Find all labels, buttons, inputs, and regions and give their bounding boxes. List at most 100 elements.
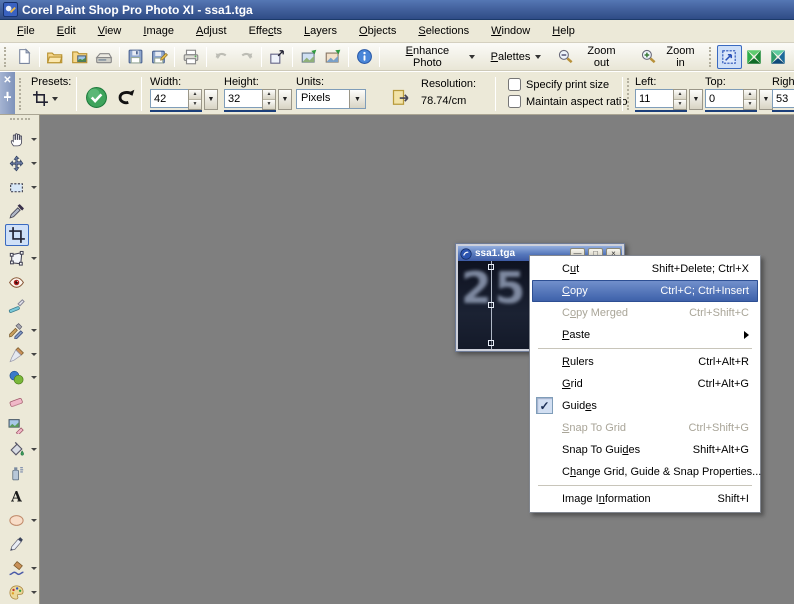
top-down-button[interactable]: ▼: [744, 100, 756, 110]
pin-options-button[interactable]: [1, 91, 14, 104]
menu-layers[interactable]: Layers: [293, 21, 348, 41]
crop-handle-top[interactable]: [488, 264, 494, 270]
eraser-tool-button[interactable]: [5, 391, 29, 413]
background-eraser-tool-button[interactable]: [5, 414, 29, 436]
open-button[interactable]: [43, 45, 67, 69]
zoom-in-button[interactable]: Zoom in: [632, 45, 708, 69]
width-input[interactable]: [150, 89, 188, 108]
chevron-down-icon[interactable]: [31, 591, 37, 594]
menu-window[interactable]: Window: [480, 21, 541, 41]
mesh-warp-tool-button[interactable]: [5, 581, 29, 603]
menu-image[interactable]: Image: [132, 21, 185, 41]
context-menu-item-copy[interactable]: CopyCtrl+C; Ctrl+Insert: [532, 280, 758, 302]
maintain-aspect-ratio-checkbox[interactable]: [508, 95, 521, 108]
menu-selections[interactable]: Selections: [407, 21, 480, 41]
undo-button[interactable]: [210, 45, 234, 69]
height-input[interactable]: [224, 89, 262, 108]
height-down-button[interactable]: ▼: [263, 100, 275, 110]
scan-button[interactable]: [92, 45, 116, 69]
reset-button[interactable]: [112, 86, 138, 112]
text-tool-button[interactable]: A: [5, 486, 29, 508]
workspace-teal-button[interactable]: [766, 45, 790, 69]
chevron-down-icon[interactable]: [31, 353, 37, 356]
presets-dropdown-button[interactable]: [31, 89, 59, 108]
save-button[interactable]: [123, 45, 147, 69]
save-as-button[interactable]: [147, 45, 171, 69]
close-options-button[interactable]: ✕: [1, 74, 14, 87]
dropper-tool-button[interactable]: [5, 200, 29, 222]
menu-file[interactable]: File: [6, 21, 46, 41]
context-menu-item-snap-to-guides[interactable]: Snap To GuidesShift+Alt+G: [532, 439, 758, 461]
height-up-button[interactable]: ▲: [263, 90, 275, 100]
height-slider-button[interactable]: ▼: [278, 89, 292, 110]
menu-effects[interactable]: Effects: [238, 21, 293, 41]
crop-tool-button[interactable]: [5, 224, 29, 246]
image-information-button[interactable]: [352, 45, 376, 69]
menu-adjust[interactable]: Adjust: [185, 21, 238, 41]
context-menu-item-rulers[interactable]: RulersCtrl+Alt+R: [532, 351, 758, 373]
move-tool-button[interactable]: [5, 153, 29, 175]
specify-print-size-checkbox[interactable]: [508, 78, 521, 91]
context-menu-item-image-information[interactable]: Image InformationShift+I: [532, 488, 758, 510]
preset-shape-tool-button[interactable]: [5, 510, 29, 532]
palettes-button[interactable]: Palettes: [483, 45, 550, 69]
left-up-button[interactable]: ▲: [674, 90, 686, 100]
print-button[interactable]: [178, 45, 202, 69]
units-dropdown-button[interactable]: ▼: [349, 90, 365, 108]
color-changer-tool-button[interactable]: [5, 367, 29, 389]
paint-brush-tool-button[interactable]: [5, 343, 29, 365]
top-slider-button[interactable]: ▼: [759, 89, 773, 110]
selection-tool-button[interactable]: [5, 176, 29, 198]
zoom-out-button[interactable]: Zoom out: [549, 45, 631, 69]
pan-tool-button[interactable]: [5, 129, 29, 151]
fit-window-button[interactable]: [717, 45, 741, 69]
pen-tool-button[interactable]: [5, 533, 29, 555]
context-menu-item-guides[interactable]: ✓Guides: [532, 395, 758, 417]
crop-handle-middle[interactable]: [488, 302, 494, 308]
menu-objects[interactable]: Objects: [348, 21, 407, 41]
screen-capture-button[interactable]: [296, 45, 320, 69]
chevron-down-icon[interactable]: [31, 376, 37, 379]
browse-button[interactable]: [67, 45, 91, 69]
left-input[interactable]: [635, 89, 673, 108]
drag-grip[interactable]: [709, 47, 713, 67]
resize-button[interactable]: [265, 45, 289, 69]
chevron-down-icon[interactable]: [31, 162, 37, 165]
redo-button[interactable]: [234, 45, 258, 69]
drag-grip[interactable]: [627, 78, 630, 110]
workspace-green-button[interactable]: [742, 45, 766, 69]
new-image-button[interactable]: [12, 45, 36, 69]
clone-brush-tool-button[interactable]: [5, 319, 29, 341]
red-eye-tool-button[interactable]: [5, 272, 29, 294]
chevron-down-icon[interactable]: [31, 186, 37, 189]
top-input[interactable]: [705, 89, 743, 108]
chevron-down-icon[interactable]: [31, 448, 37, 451]
left-down-button[interactable]: ▼: [674, 100, 686, 110]
width-up-button[interactable]: ▲: [189, 90, 201, 100]
context-menu-item-grid[interactable]: GridCtrl+Alt+G: [532, 373, 758, 395]
drag-grip[interactable]: [19, 78, 22, 110]
top-up-button[interactable]: ▲: [744, 90, 756, 100]
airbrush-tool-button[interactable]: [5, 462, 29, 484]
context-menu-item-change-grid-guide-snap-properties[interactable]: Change Grid, Guide & Snap Properties...: [532, 461, 758, 483]
menu-view[interactable]: View: [87, 21, 133, 41]
apply-button[interactable]: [83, 86, 109, 112]
warp-brush-tool-button[interactable]: [5, 557, 29, 579]
makeover-tool-button[interactable]: [5, 295, 29, 317]
flood-fill-tool-button[interactable]: [5, 438, 29, 460]
chevron-down-icon[interactable]: [31, 257, 37, 260]
context-menu-item-cut[interactable]: CutShift+Delete; Ctrl+X: [532, 258, 758, 280]
menu-edit[interactable]: Edit: [46, 21, 87, 41]
menu-help[interactable]: Help: [541, 21, 586, 41]
chevron-down-icon[interactable]: [31, 519, 37, 522]
capture-setup-button[interactable]: [321, 45, 345, 69]
straighten-tool-button[interactable]: [5, 248, 29, 270]
chevron-down-icon[interactable]: [31, 138, 37, 141]
chevron-down-icon[interactable]: [31, 329, 37, 332]
chevron-down-icon[interactable]: [31, 567, 37, 570]
enhance-photo-button[interactable]: Enhance Photo: [383, 45, 482, 69]
right-input[interactable]: [772, 89, 794, 108]
drag-grip[interactable]: [10, 118, 30, 122]
width-down-button[interactable]: ▼: [189, 100, 201, 110]
context-menu-item-paste[interactable]: Paste: [532, 324, 758, 346]
